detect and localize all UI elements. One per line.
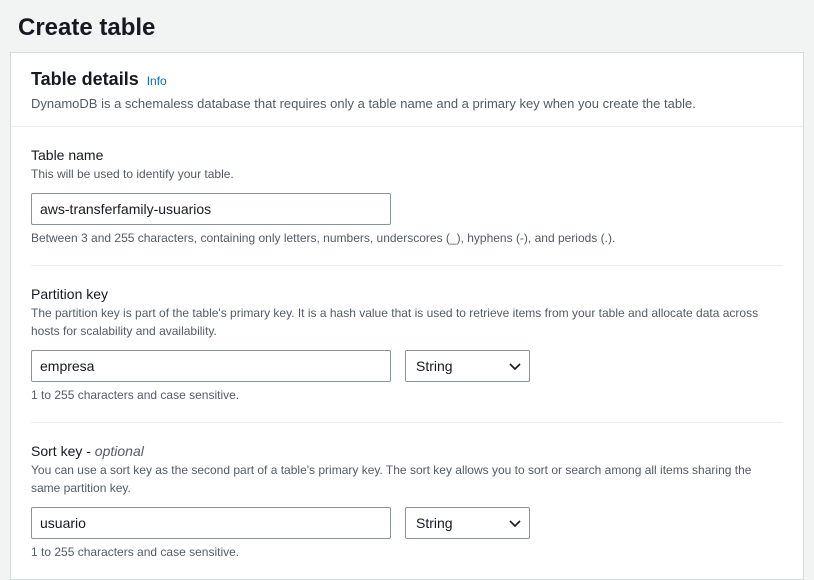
partition-key-type-select[interactable]: String	[405, 350, 530, 382]
table-name-field: Table name This will be used to identify…	[31, 147, 783, 266]
partition-key-input[interactable]	[31, 350, 391, 382]
sort-key-label-text: Sort key -	[31, 443, 95, 459]
info-link[interactable]: Info	[147, 74, 167, 88]
table-name-constraint: Between 3 and 255 characters, containing…	[31, 231, 783, 245]
page-title: Create table	[0, 0, 814, 52]
table-details-panel: Table details Info DynamoDB is a schemal…	[10, 52, 804, 580]
table-name-input[interactable]	[31, 193, 391, 225]
sort-key-constraint: 1 to 255 characters and case sensitive.	[31, 545, 783, 559]
panel-header: Table details Info DynamoDB is a schemal…	[11, 53, 803, 127]
table-name-help: This will be used to identify your table…	[31, 165, 783, 183]
sort-key-input[interactable]	[31, 507, 391, 539]
panel-title: Table details	[31, 69, 139, 90]
chevron-down-icon	[509, 358, 521, 374]
sort-key-type-select[interactable]: String	[405, 507, 530, 539]
sort-key-optional-text: optional	[95, 443, 144, 459]
chevron-down-icon	[509, 515, 521, 531]
partition-key-field: Partition key The partition key is part …	[31, 286, 783, 423]
sort-key-help: You can use a sort key as the second par…	[31, 461, 783, 497]
table-name-label: Table name	[31, 147, 783, 163]
partition-key-type-value: String	[416, 358, 453, 374]
panel-description: DynamoDB is a schemaless database that r…	[31, 94, 783, 114]
partition-key-constraint: 1 to 255 characters and case sensitive.	[31, 388, 783, 402]
partition-key-label: Partition key	[31, 286, 783, 302]
sort-key-label: Sort key - optional	[31, 443, 783, 459]
sort-key-field: Sort key - optional You can use a sort k…	[31, 443, 783, 571]
sort-key-type-value: String	[416, 515, 453, 531]
partition-key-help: The partition key is part of the table's…	[31, 304, 783, 340]
